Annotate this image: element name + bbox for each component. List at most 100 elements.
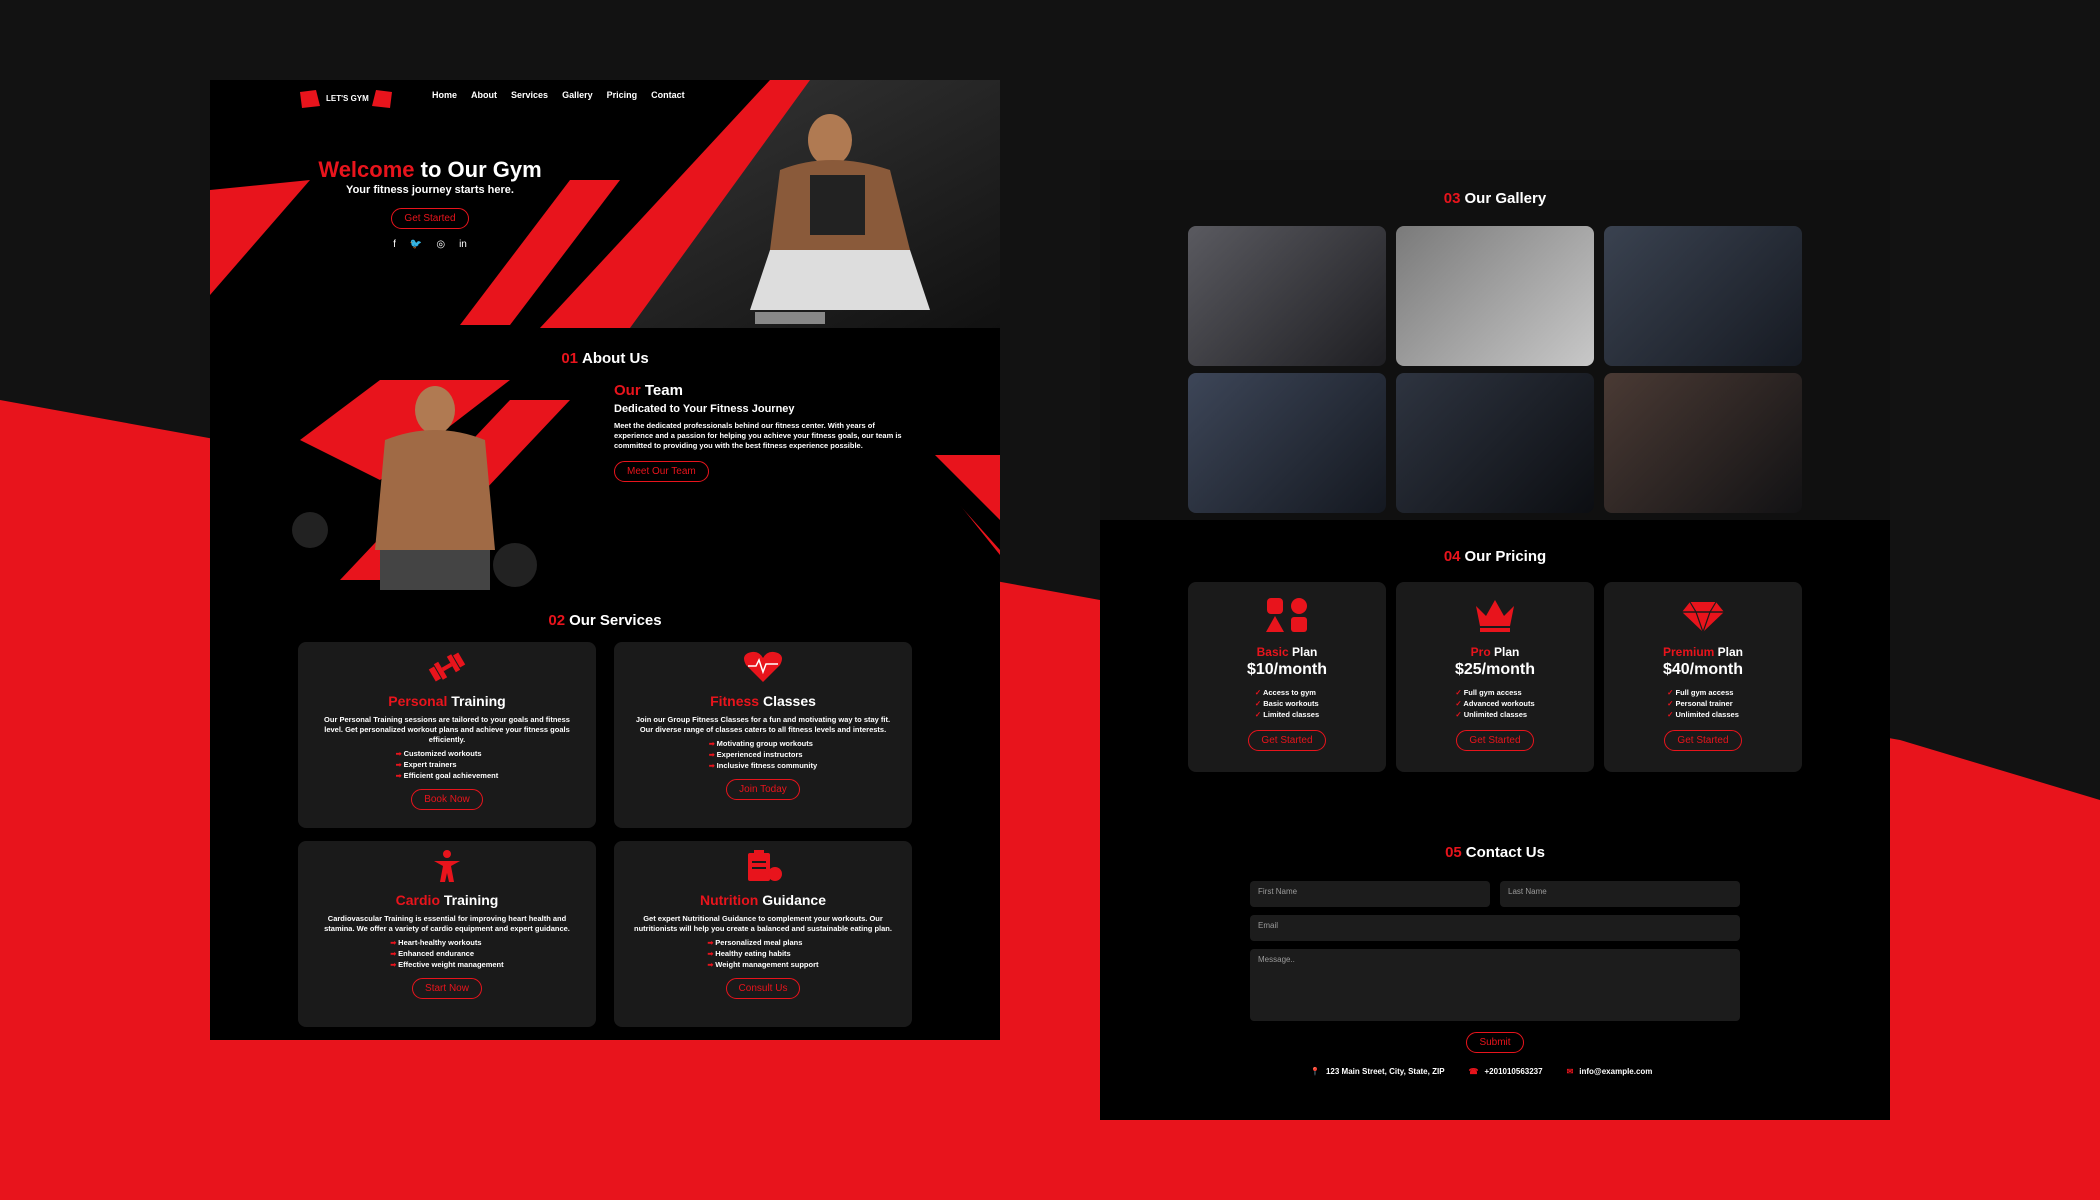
contact-section-number: 05 [1445, 844, 1462, 861]
book-now-button[interactable]: Book Now [411, 789, 483, 810]
hero-title-rest: to Our Gym [420, 157, 542, 182]
submit-button[interactable]: Submit [1466, 1032, 1524, 1053]
instagram-icon[interactable]: ◎ [436, 239, 445, 250]
list-item: Enhanced endurance [390, 949, 503, 960]
about-section-number: 01 [561, 350, 578, 367]
list-item: Motivating group workouts [709, 739, 817, 750]
logo[interactable]: LET'S GYM [298, 88, 394, 110]
gallery-image[interactable] [1188, 226, 1386, 366]
phone-icon: ☎ [1468, 1067, 1479, 1076]
contact-info: 📍 123 Main Street, City, State, ZIP ☎ +201… [1310, 1067, 1680, 1076]
email-text: info@example.com [1579, 1067, 1653, 1076]
list-item: Efficient goal achievement [396, 771, 499, 782]
pricing-section-number: 04 [1443, 548, 1461, 565]
services-section-label: Our Services [569, 612, 662, 629]
plan-name: Basic Plan [1256, 645, 1318, 659]
list-item: Effective weight management [390, 960, 503, 971]
gallery-image[interactable] [1396, 373, 1594, 513]
gallery-image[interactable] [1188, 373, 1386, 513]
contact-section-title: 05 Contact Us [1100, 844, 1890, 861]
email-field[interactable]: Email [1250, 915, 1740, 941]
plan-price: $10/month [1246, 661, 1327, 678]
list-item: Full gym access [1667, 687, 1739, 698]
location-icon: 📍 [1310, 1067, 1320, 1076]
get-started-button[interactable]: Get Started [1456, 730, 1534, 751]
start-now-button[interactable]: Start Now [412, 978, 482, 999]
message-field[interactable]: Message.. [1250, 949, 1740, 1021]
landing-page-bottom: 03 Our Gallery 04 Our Pricing Basic Plan $… [1100, 160, 1890, 1120]
service-features: Personalized meal plans Healthy eating h… [707, 938, 818, 971]
contact-section-label: Contact Us [1465, 844, 1545, 861]
pricing-section-title: 04 Our Pricing [1100, 548, 1890, 565]
pricing-card-basic: Basic Plan $10/month Access to gym Basic… [1188, 582, 1386, 772]
pricing-section-label: Our Pricing [1464, 548, 1547, 565]
nav-contact[interactable]: Contact [651, 90, 685, 100]
list-item: Healthy eating habits [707, 949, 818, 960]
hero-subtitle: Your fitness journey starts here. [346, 184, 514, 196]
get-started-button[interactable]: Get Started [391, 208, 469, 229]
list-item: Limited classes [1255, 709, 1319, 720]
nav-about[interactable]: About [471, 90, 497, 100]
services-section-title: 02 Our Services [210, 612, 1000, 629]
linkedin-icon[interactable]: in [459, 239, 467, 250]
nav-gallery[interactable]: Gallery [562, 90, 593, 100]
gallery-image[interactable] [1604, 226, 1802, 366]
facebook-icon[interactable]: f [393, 239, 396, 250]
plan-features: Full gym access Advanced workouts Unlimi… [1455, 687, 1534, 720]
plan-features: Full gym access Personal trainer Unlimit… [1667, 687, 1739, 720]
nav-services[interactable]: Services [511, 90, 548, 100]
landing-page-top: LET'S GYM Home About Services Gallery Pr… [210, 80, 1000, 1040]
main-nav: Home About Services Gallery Pricing Cont… [432, 90, 685, 100]
list-item: Unlimited classes [1667, 709, 1739, 720]
twitter-icon[interactable]: 🐦 [410, 239, 422, 250]
person-running-icon [434, 850, 460, 882]
service-description: Join our Group Fitness Classes for a fun… [635, 715, 891, 734]
list-item: Heart-healthy workouts [390, 938, 503, 949]
gallery-section-number: 03 [1443, 190, 1461, 207]
about-section-title: 01 About Us [210, 350, 1000, 367]
gallery-section-title: 03 Our Gallery [1100, 190, 1890, 207]
first-name-field[interactable]: First Name [1250, 881, 1490, 907]
nav-pricing[interactable]: Pricing [607, 90, 638, 100]
list-item: Experienced instructors [709, 750, 817, 761]
pricing-card-premium: Premium Plan $40/month Full gym access P… [1604, 582, 1802, 772]
list-item: Advanced workouts [1455, 698, 1534, 709]
hero-title-accent: Welcome [318, 157, 415, 182]
crown-icon [1476, 600, 1514, 632]
list-item: Full gym access [1455, 687, 1534, 698]
nav-home[interactable]: Home [432, 90, 457, 100]
service-card-cardio-training: Cardio Training Cardiovascular Training … [298, 841, 596, 1027]
get-started-button[interactable]: Get Started [1664, 730, 1742, 751]
service-description: Cardiovascular Training is essential for… [324, 914, 570, 933]
dumbbell-icon [428, 652, 466, 682]
service-card-nutrition-guidance: Nutrition Guidance Get expert Nutritiona… [614, 841, 912, 1027]
last-name-field[interactable]: Last Name [1500, 881, 1740, 907]
service-features: Heart-healthy workouts Enhanced enduranc… [390, 938, 503, 971]
about-subheading: Dedicated to Your Fitness Journey [614, 403, 795, 415]
address-text: 123 Main Street, City, State, ZIP [1325, 1067, 1445, 1076]
join-today-button[interactable]: Join Today [726, 779, 800, 800]
service-title: Personal Training [388, 693, 506, 709]
service-title: Fitness Classes [710, 693, 816, 709]
gallery-image[interactable] [1396, 226, 1594, 366]
meet-our-team-button[interactable]: Meet Our Team [614, 461, 709, 482]
plan-price: $40/month [1662, 661, 1743, 678]
list-item: Weight management support [707, 960, 818, 971]
services-section-number: 02 [548, 612, 566, 629]
get-started-button[interactable]: Get Started [1248, 730, 1326, 751]
gallery-image[interactable] [1604, 373, 1802, 513]
service-features: Motivating group workouts Experienced in… [709, 739, 817, 772]
plan-name: Premium Plan [1662, 645, 1744, 659]
heartbeat-icon [744, 651, 782, 682]
diamond-icon [1682, 601, 1724, 634]
list-item: Personalized meal plans [707, 938, 818, 949]
gallery-section-label: Our Gallery [1464, 190, 1547, 207]
list-item: Inclusive fitness community [709, 761, 817, 772]
service-title: Cardio Training [395, 892, 499, 908]
about-content: Our Team Dedicated to Your Fitness Journ… [614, 382, 914, 482]
service-description: Get expert Nutritional Guidance to compl… [634, 914, 892, 933]
plan-price: $25/month [1454, 661, 1535, 678]
service-card-fitness-classes: Fitness Classes Join our Group Fitness C… [614, 642, 912, 828]
about-section-label: About Us [582, 350, 649, 367]
consult-us-button[interactable]: Consult Us [725, 978, 801, 999]
